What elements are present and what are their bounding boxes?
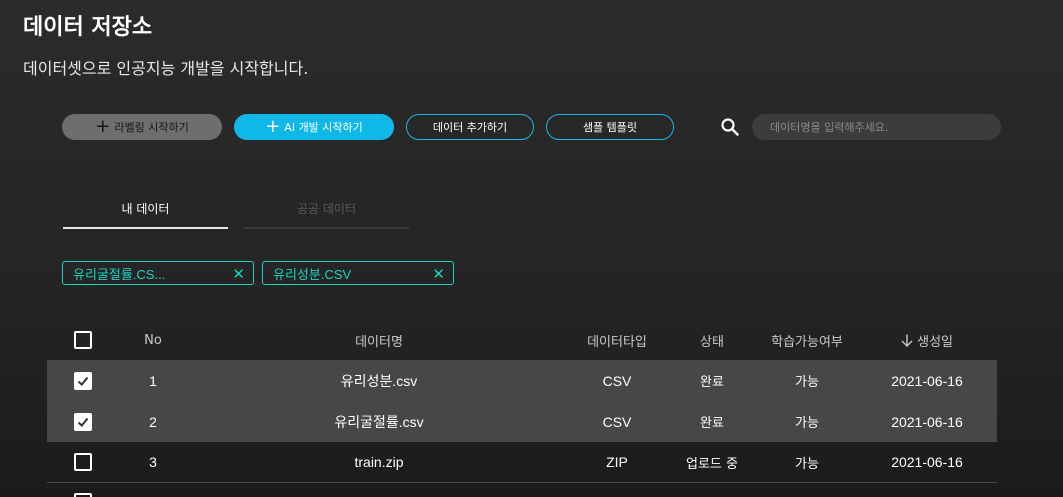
data-table: No 데이터명 데이터타입 상태 학습가능여부 생성일 1 유리성분.csv C… (47, 320, 997, 497)
check-icon (77, 417, 89, 427)
filter-chip: 유리굴절률.CS... ✕ (62, 261, 254, 285)
row-learnable: 가능 (795, 456, 819, 472)
tab-my-data[interactable]: 내 데이터 (63, 200, 228, 229)
row-type: ZIP (606, 454, 628, 470)
row-status: 업로드 중 (686, 456, 738, 472)
row-status: 완료 (700, 375, 724, 390)
search-input[interactable] (752, 114, 1001, 140)
close-icon[interactable]: ✕ (432, 265, 445, 283)
header-learnable[interactable]: 학습가능여부 (757, 331, 857, 350)
row-checkbox[interactable] (74, 412, 92, 431)
select-all-cell (74, 331, 92, 349)
search-icon[interactable] (720, 117, 740, 137)
table-row[interactable]: 2 유리굴절률.csv CSV 완료 가능 2021-06-16 (47, 401, 997, 442)
filter-chip: 유리성분.CSV ✕ (262, 261, 454, 285)
start-labeling-button[interactable]: + 라벨링 시작하기 (62, 114, 222, 140)
row-learnable: 가능 (795, 416, 819, 431)
check-icon (77, 376, 89, 386)
table-row[interactable] (47, 483, 997, 497)
row-checkbox-cell (74, 371, 92, 390)
row-name[interactable]: 유리성분.csv (279, 371, 479, 391)
sample-template-button[interactable]: 샘플 템플릿 (546, 114, 674, 140)
table-row[interactable]: 1 유리성분.csv CSV 완료 가능 2021-06-16 (47, 360, 997, 401)
row-checkbox[interactable] (74, 371, 92, 390)
select-all-checkbox[interactable] (74, 331, 92, 349)
row-date: 2021-06-16 (891, 372, 963, 389)
row-no: 2 (149, 413, 157, 430)
row-checkbox-cell (74, 493, 92, 497)
row-learnable: 가능 (795, 375, 819, 390)
header-type[interactable]: 데이터타입 (567, 331, 667, 350)
row-type: CSV (602, 413, 632, 430)
start-ai-label: AI 개발 시작하기 (284, 121, 363, 134)
plus-icon: + (265, 116, 281, 137)
filter-chip-label: 유리성분.CSV (273, 266, 352, 282)
row-date: 2021-06-16 (891, 413, 963, 430)
arrow-down-icon (901, 334, 917, 350)
page-title: 데이터 저장소 (23, 15, 153, 40)
header-name[interactable]: 데이터명 (279, 331, 479, 350)
header-date[interactable]: 생성일 (867, 331, 987, 350)
filter-chip-label: 유리굴절률.CS... (73, 266, 166, 282)
row-checkbox-cell (74, 453, 92, 472)
tab-public-data[interactable]: 공공 데이터 (244, 200, 409, 229)
row-date: 2021-06-16 (891, 454, 963, 470)
row-no: 3 (149, 454, 157, 470)
table-header: No 데이터명 데이터타입 상태 학습가능여부 생성일 (47, 320, 997, 360)
header-no[interactable]: No (128, 333, 178, 348)
page-subtitle: 데이터셋으로 인공지능 개발을 시작합니다. (23, 59, 309, 78)
table-row[interactable]: 3 train.zip ZIP 업로드 중 가능 2021-06-16 (47, 442, 997, 483)
close-icon[interactable]: ✕ (232, 265, 245, 283)
start-ai-button[interactable]: + AI 개발 시작하기 (234, 114, 394, 140)
row-name[interactable]: train.zip (279, 454, 479, 470)
header-status[interactable]: 상태 (667, 331, 757, 350)
row-type: CSV (602, 372, 632, 389)
row-checkbox[interactable] (74, 493, 92, 497)
row-checkbox[interactable] (74, 453, 92, 472)
start-labeling-label: 라벨링 시작하기 (114, 121, 189, 134)
row-name[interactable]: 유리굴절률.csv (279, 412, 479, 432)
add-data-button[interactable]: 데이터 추가하기 (406, 114, 534, 140)
plus-icon: + (95, 116, 111, 137)
row-no: 1 (149, 372, 157, 389)
row-status: 완료 (700, 416, 724, 431)
header-date-label: 생성일 (917, 334, 954, 350)
row-checkbox-cell (74, 412, 92, 431)
